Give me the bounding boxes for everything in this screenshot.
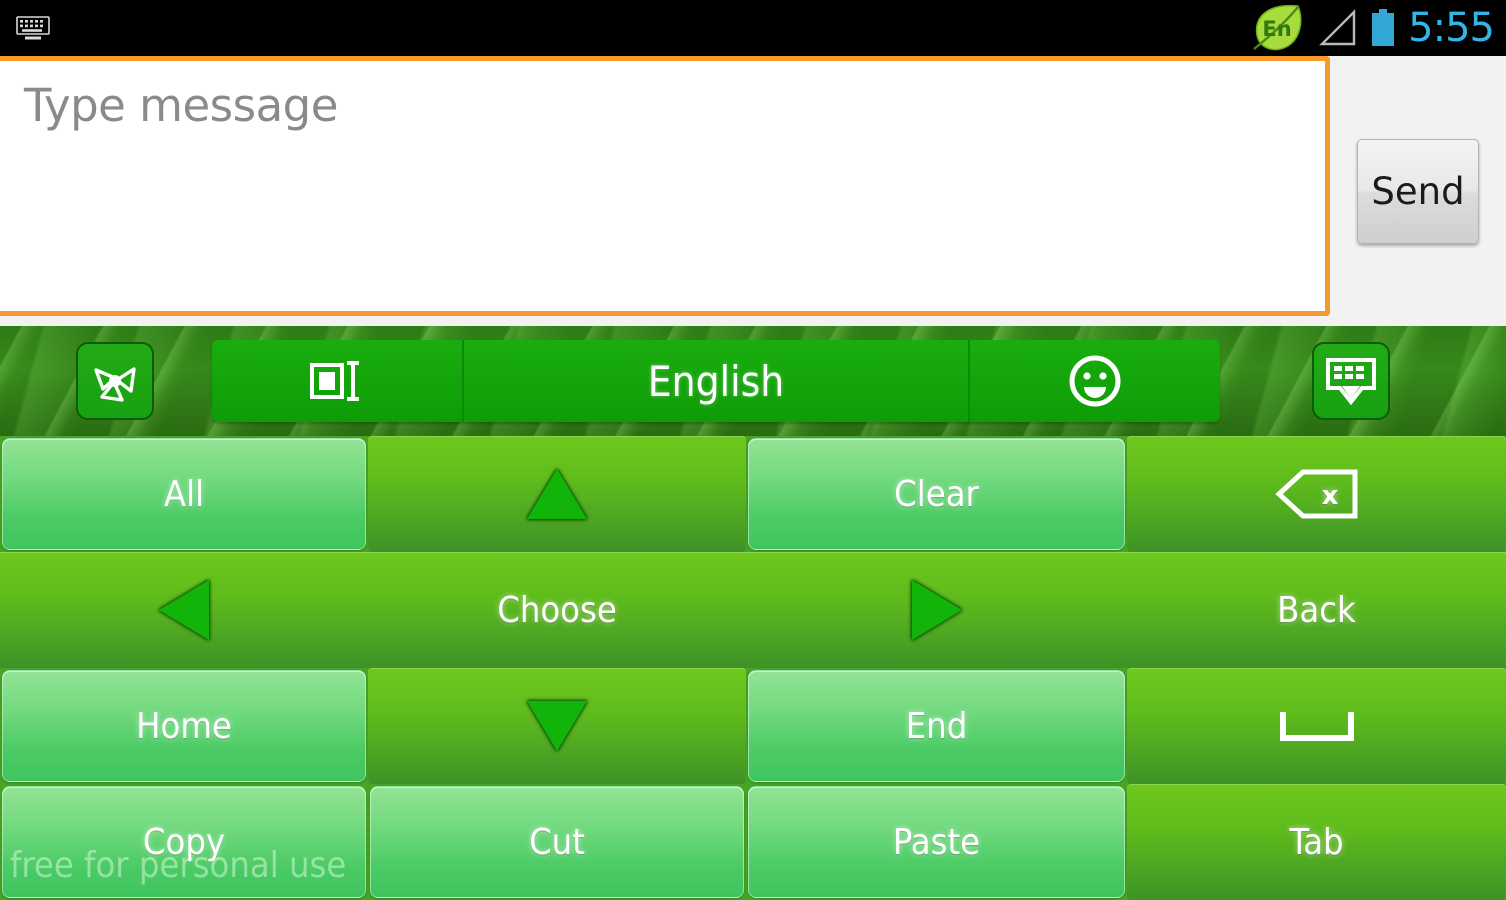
key-tab[interactable]: Tab xyxy=(1127,784,1506,900)
toolbar-segment-group: English xyxy=(212,340,1220,422)
key-label: Choose xyxy=(497,589,617,631)
key-label: Back xyxy=(1277,589,1356,631)
key-label: Home xyxy=(136,705,232,747)
message-input[interactable]: Type message xyxy=(0,56,1330,316)
key-label: Clear xyxy=(894,473,979,515)
language-indicator-text: En xyxy=(1263,17,1292,41)
language-label: English xyxy=(647,356,785,406)
send-button[interactable]: Send xyxy=(1357,138,1479,244)
language-button[interactable]: English xyxy=(464,340,970,422)
arrow-left-icon xyxy=(159,580,209,640)
arrow-down-icon xyxy=(527,701,587,751)
status-bar: En 5:55 xyxy=(0,0,1506,56)
theme-button[interactable] xyxy=(76,342,154,420)
key-label: Tab xyxy=(1289,821,1344,863)
theme-swirl-icon xyxy=(94,367,136,402)
hide-keyboard-icon xyxy=(1326,358,1376,406)
key-paste[interactable]: Paste xyxy=(748,786,1125,898)
key-copy[interactable]: Copy xyxy=(2,786,366,898)
compose-area: Type message Send xyxy=(0,56,1506,326)
key-arrow-left[interactable] xyxy=(0,552,368,668)
space-bar-icon xyxy=(1279,712,1354,741)
key-label: Paste xyxy=(892,821,981,863)
backspace-icon: x xyxy=(1274,469,1357,519)
status-clock: 5:55 xyxy=(1408,5,1495,51)
key-arrow-down[interactable] xyxy=(368,668,746,784)
keyboard-panel: English All Clear x Choose Back Home End… xyxy=(0,326,1506,900)
key-label: All xyxy=(163,473,205,515)
send-button-container: Send xyxy=(1330,56,1506,326)
emoji-smiley-icon xyxy=(1069,355,1121,407)
key-arrow-up[interactable] xyxy=(368,436,746,552)
emoji-button[interactable] xyxy=(970,340,1220,422)
key-choose[interactable]: Choose xyxy=(368,552,746,668)
keyboard-toolbar: English xyxy=(0,326,1506,436)
key-end[interactable]: End xyxy=(748,670,1125,782)
message-placeholder: Type message xyxy=(24,79,338,132)
keyboard-key-grid: All Clear x Choose Back Home End Copy Cu… xyxy=(0,436,1506,900)
battery-icon xyxy=(1372,9,1395,46)
signal-triangle-icon xyxy=(1319,9,1356,46)
leaf-language-icon: En xyxy=(1253,4,1302,51)
key-home[interactable]: Home xyxy=(2,670,366,782)
arrow-up-icon xyxy=(527,469,587,519)
text-cursor-layout-icon xyxy=(310,361,359,401)
key-space[interactable] xyxy=(1127,668,1506,784)
key-back[interactable]: Back xyxy=(1127,552,1506,668)
key-label: Copy xyxy=(142,821,226,863)
keyboard-icon xyxy=(16,16,50,40)
key-all[interactable]: All xyxy=(2,438,366,550)
key-label: Cut xyxy=(529,821,585,863)
key-clear[interactable]: Clear xyxy=(748,438,1125,550)
key-arrow-right[interactable] xyxy=(746,552,1127,668)
svg-text:x: x xyxy=(1321,481,1338,511)
key-cut[interactable]: Cut xyxy=(370,786,744,898)
layout-button[interactable] xyxy=(212,340,464,422)
key-label: End xyxy=(905,705,968,747)
key-backspace[interactable]: x xyxy=(1127,436,1506,552)
hide-keyboard-button[interactable] xyxy=(1312,342,1390,420)
status-icons-group: En 5:55 xyxy=(1248,3,1506,53)
arrow-right-icon xyxy=(911,580,962,640)
